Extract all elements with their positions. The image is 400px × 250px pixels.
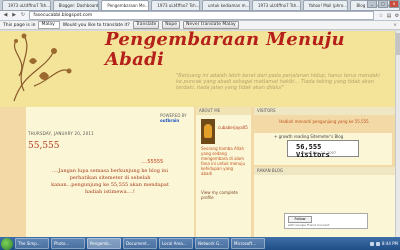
post-body: ....Jangan lupa semasa berkunjung ke blo…	[51, 168, 169, 195]
blog-title-line1: Pengembaraan Menuju	[105, 31, 345, 50]
visitor-counter[interactable]: 56,555 Visitors Since: Mar 24, 2007	[287, 140, 359, 159]
toolbar-icons: ☆ ▤ ⚙	[378, 13, 400, 19]
clock[interactable]: 8:44 PM	[382, 241, 398, 246]
prize-notice: Hadiah menanti pengunjung yang ke 55,555	[279, 119, 369, 124]
tab-label: 1973 uLt4ffno7 Tsh...	[157, 3, 200, 8]
rakan-heading: RAKAN BLOG	[254, 167, 396, 175]
system-tray: 8:44 PM	[369, 241, 398, 246]
taskbar-item[interactable]: Document...	[123, 238, 157, 249]
taskbar-item[interactable]: Microsoft...	[231, 238, 265, 249]
post-date: THURSDAY, JANUARY 20, 2011	[28, 131, 94, 136]
vertical-scrollbar[interactable]	[395, 31, 400, 237]
flourish-ornament	[13, 33, 72, 102]
close-window-button[interactable]: x	[389, 0, 399, 8]
network-icon[interactable]	[369, 241, 374, 246]
follow-button[interactable]: Follow	[288, 216, 312, 223]
maximize-button[interactable]: □	[378, 0, 388, 8]
connect-caption: with Google Friend Connect	[288, 223, 330, 227]
friend-connect-box: Follow with Google Friend Connect	[284, 213, 368, 229]
translate-bar: This page is in Malay Would you like to …	[0, 21, 400, 30]
followers-widget: RAKAN BLOG Follow with Google Friend Con…	[254, 167, 396, 237]
post-dots: ....55555	[141, 159, 164, 165]
sitemeter-caption[interactable]: + growth reading Sitemeter's Blog	[274, 134, 343, 139]
outbrain-badge[interactable]: POWERED BY outbrain	[160, 113, 194, 123]
volume-icon[interactable]	[375, 241, 380, 246]
blog-header: Pengembaraan Menuju Abadi "Berjuang ini …	[0, 31, 396, 107]
blog-title[interactable]: Pengembaraan Menuju Abadi	[105, 31, 345, 70]
taskbar-item-active[interactable]: Pengemb...	[87, 238, 121, 249]
taskbar-item[interactable]: Network G...	[195, 238, 229, 249]
translate-question: Would you like to translate it?	[62, 22, 130, 28]
page-menu-icon[interactable]: ▤	[386, 13, 392, 19]
browser-tab-strip: 1973 uLt4ffno7 Tsh...× Blogger: Dashboar…	[0, 0, 400, 11]
tab-label: Pengembaraan Me...	[107, 3, 149, 8]
address-bar-row: ◀ ▶ ↻ fasecucabbl.blogspot.com ☆ ▤ ⚙	[0, 11, 400, 21]
star-icon[interactable]: ☆	[378, 13, 384, 19]
close-icon[interactable]: ×	[393, 23, 397, 28]
sitemeter-widget: + growth reading Sitemeter's Blog 56,555…	[254, 133, 392, 165]
post-title[interactable]: 55,555	[28, 141, 60, 151]
start-button[interactable]	[1, 237, 13, 250]
taskbar-item[interactable]: Local Area...	[159, 238, 193, 249]
browser-tab[interactable]: 1973 uLt4ffno7 Tsh...×	[252, 0, 301, 10]
view-profile-link[interactable]: View my complete profile	[201, 190, 251, 200]
right-sidebar: VISITORS Hadiah menanti pengunjung yang …	[254, 107, 396, 237]
translate-message: This page is in	[3, 22, 36, 28]
browser-tab[interactable]: 1973 uLt4ffno7 Tsh...×	[2, 0, 51, 10]
never-translate-button[interactable]: Never translate Malay	[183, 21, 239, 29]
tab-label: Yahoo! Mail (phro...	[308, 3, 348, 8]
taskbar-item[interactable]: The Simp...	[15, 238, 49, 249]
windows-taskbar: The Simp... Photo... Pengemb... Document…	[0, 237, 400, 250]
scrollbar-thumb[interactable]	[396, 33, 400, 55]
tab-label: 1973 uLt4ffno7 Tsh...	[8, 3, 51, 8]
browser-tab[interactable]: Yahoo! Mail (phro...×	[302, 0, 349, 10]
tab-label: Blogger: Dashboard	[58, 3, 99, 8]
browser-tab-active[interactable]: Pengembaraan Me...×	[101, 0, 150, 10]
tab-label: untuk kediaman m...	[207, 3, 250, 8]
taskbar-item[interactable]: Photo...	[51, 238, 85, 249]
blog-tagline: "Berjuang ini adalah lebih berat dari pa…	[176, 73, 380, 91]
reload-icon[interactable]: ↻	[20, 12, 27, 19]
profile-description: Seorang hamba Allah yang sedang mengemba…	[201, 146, 245, 176]
forward-icon[interactable]: ▶	[11, 12, 18, 19]
language-select[interactable]: Malay	[38, 21, 60, 29]
profile-photo[interactable]	[201, 119, 215, 144]
translate-button[interactable]: Translate	[132, 21, 160, 29]
main-column: POWERED BY outbrain THURSDAY, JANUARY 20…	[26, 107, 194, 237]
visitors-heading: VISITORS	[254, 107, 396, 115]
browser-tab[interactable]: 1973 uLt4ffno7 Tsh...×	[151, 0, 200, 10]
browser-tab[interactable]: Blogger: Dashboard×	[52, 0, 100, 10]
window-controls: _ □ x	[367, 0, 399, 8]
blog-title-line2: Abadi	[105, 49, 165, 70]
about-heading: ABOUT ME	[196, 107, 251, 115]
blog-page: Pengembaraan Menuju Abadi "Berjuang ini …	[0, 31, 396, 237]
browser-tab[interactable]: untuk kediaman m...×	[201, 0, 250, 10]
count-value: 56,555	[296, 143, 322, 151]
badge-brand: outbrain	[160, 118, 180, 123]
nope-button[interactable]: Nope	[162, 21, 181, 29]
back-icon[interactable]: ◀	[2, 12, 9, 19]
minimize-button[interactable]: _	[367, 0, 377, 8]
tab-label: 1973 uLt4ffno7 Tsh...	[258, 3, 301, 8]
profile-username[interactable]: cubaberjaya05	[218, 125, 248, 130]
sidebar: ABOUT ME cubaberjaya05 Seorang hamba All…	[196, 107, 396, 237]
wrench-icon[interactable]: ⚙	[394, 13, 400, 19]
counter-since: Since: Mar 24, 2007	[301, 151, 337, 155]
url-input[interactable]: fasecucabbl.blogspot.com	[29, 11, 375, 20]
about-me-widget: ABOUT ME cubaberjaya05 Seorang hamba All…	[196, 107, 251, 237]
